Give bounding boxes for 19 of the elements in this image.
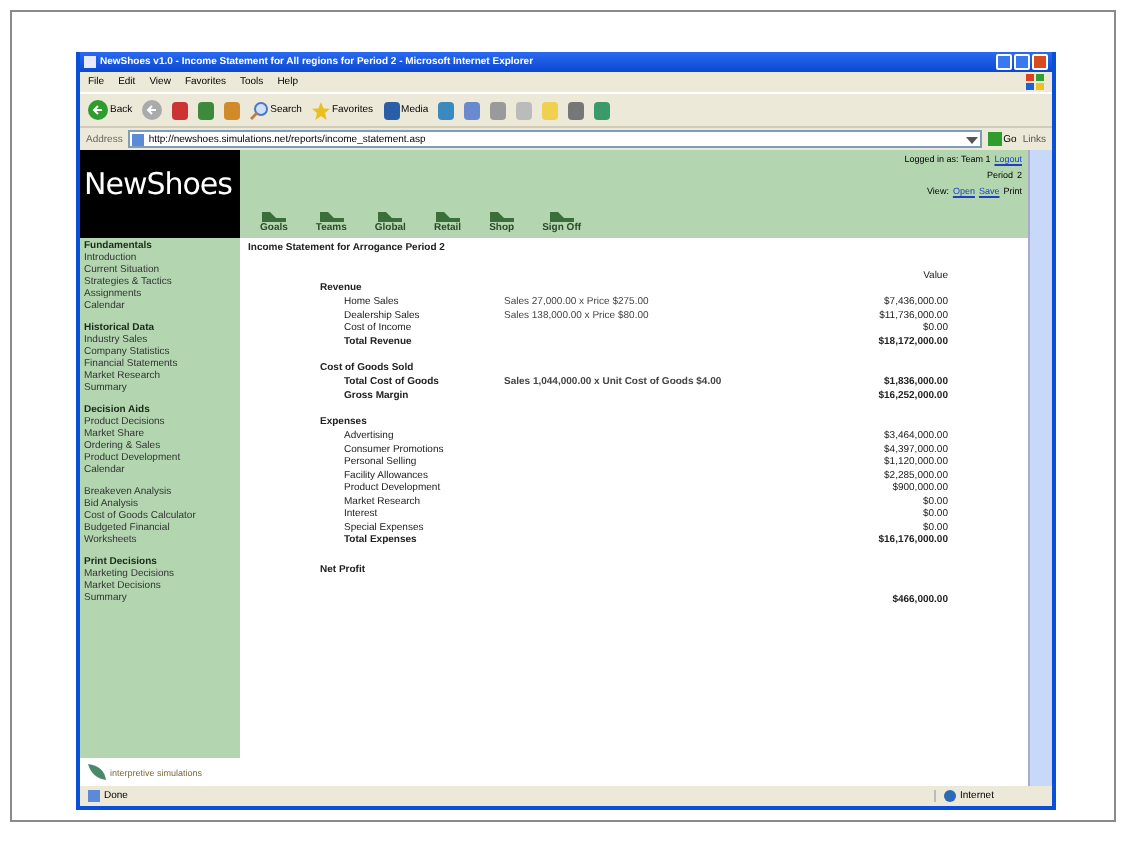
shoe-icon [489,210,514,222]
toolbar-button[interactable] [140,100,165,120]
search-icon [250,101,269,119]
back-arrow-icon [88,100,108,120]
leaf-icon [88,764,106,780]
close-button[interactable] [1032,54,1048,70]
maximize-button[interactable] [1014,54,1030,70]
logo: NewShoes [80,150,240,238]
windows-logo-icon [1026,74,1044,90]
minimize-button[interactable] [996,54,1012,70]
shoe-icon [378,210,403,222]
shoe-icon [549,210,574,222]
shoe-icon [261,210,286,222]
star-icon [311,101,330,119]
shoe-icon [435,210,460,222]
scrollbar[interactable] [1028,150,1052,786]
dropdown-icon [965,133,978,145]
shoe-icon [319,210,344,222]
forward-arrow-icon [142,100,163,120]
